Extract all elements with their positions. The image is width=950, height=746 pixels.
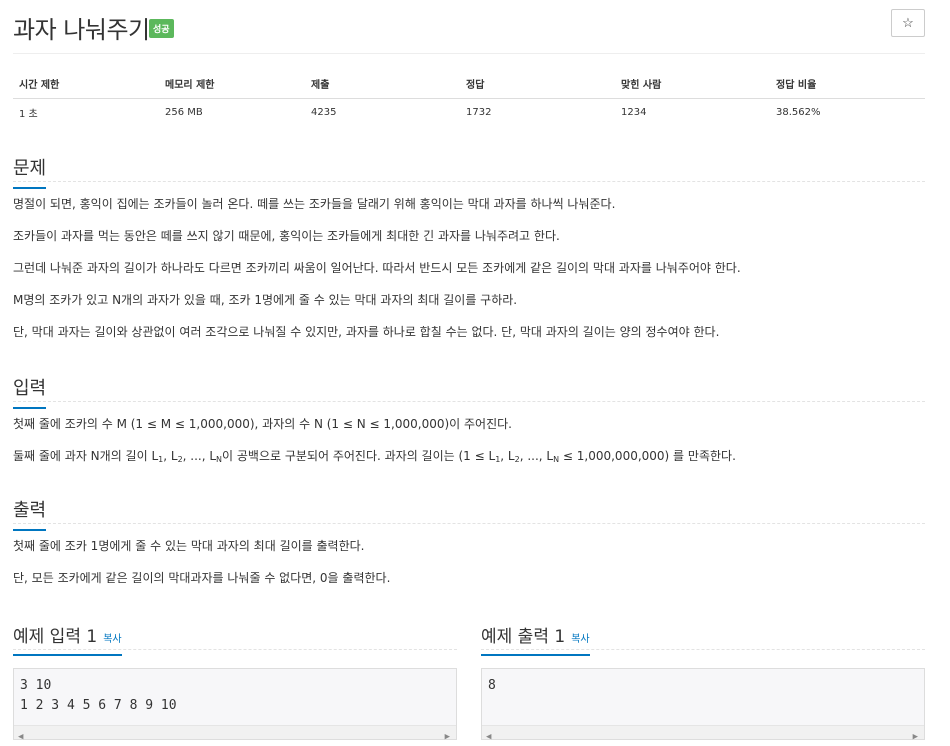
info-memory-limit: 256 MB xyxy=(165,107,203,119)
input-text: , L xyxy=(163,449,178,463)
problem-paragraph: 조카들이 과자를 먹는 동안은 떼를 쓰지 않기 때문에, 홍익이는 조카들에게… xyxy=(13,229,560,243)
output-paragraph: 첫째 줄에 조카 1명에게 줄 수 있는 막대 과자의 최대 길이를 출력한다. xyxy=(13,539,365,553)
info-header-submissions: 제출 xyxy=(305,70,460,99)
sample-output-text: 8 xyxy=(488,678,496,693)
info-submissions: 4235 xyxy=(311,107,337,119)
info-header-ratio: 정답 비율 xyxy=(770,70,925,99)
sample-output-scrollbar[interactable]: ◀ ▶ xyxy=(482,725,924,742)
input-description: 첫째 줄에 조카의 수 M (1 ≤ M ≤ 1,000,000), 과자의 수… xyxy=(13,416,925,464)
problem-title: 과자 나눠주기 xyxy=(13,16,150,44)
sample-output-header: 예제 출력 1 복사 xyxy=(481,616,925,656)
input-paragraph: 둘째 줄에 과자 N개의 길이 L1, L2, ..., LN이 공백으로 구분… xyxy=(13,448,925,464)
title-row: 과자 나눠주기 성공 ☆ xyxy=(13,0,925,54)
info-solved: 1234 xyxy=(621,107,647,119)
sample-output-code: 8 ◀ ▶ xyxy=(481,668,925,742)
sample-output-title-text: 예제 출력 1 xyxy=(481,627,566,647)
star-icon: ☆ xyxy=(902,15,914,30)
problem-section-title: 문제 xyxy=(13,154,47,189)
info-header-row: 시간 제한 메모리 제한 제출 정답 맞힌 사람 정답 비율 xyxy=(13,70,925,99)
problem-paragraph: 단, 막대 과자는 길이와 상관없이 여러 조각으로 나눠질 수 있지만, 과자… xyxy=(13,325,720,339)
info-accepted: 1732 xyxy=(466,107,492,119)
output-description: 첫째 줄에 조카 1명에게 줄 수 있는 막대 과자의 최대 길이를 출력한다.… xyxy=(13,538,925,586)
input-paragraph: 첫째 줄에 조카의 수 M (1 ≤ M ≤ 1,000,000), 과자의 수… xyxy=(13,417,512,431)
status-badge: 성공 xyxy=(149,19,174,38)
input-section-title: 입력 xyxy=(13,374,47,409)
output-section: 출력 첫째 줄에 조카 1명에게 줄 수 있는 막대 과자의 최대 길이를 출력… xyxy=(13,490,925,586)
star-button[interactable]: ☆ xyxy=(891,9,925,37)
sample-output-title: 예제 출력 1 복사 xyxy=(481,622,590,656)
info-header-solved: 맞힌 사람 xyxy=(615,70,770,99)
scroll-left-icon[interactable]: ◀ xyxy=(486,727,491,746)
info-time-limit: 1 초 xyxy=(19,109,38,121)
problem-info-table: 시간 제한 메모리 제한 제출 정답 맞힌 사람 정답 비율 1 초 256 M… xyxy=(13,70,925,127)
problem-paragraph: 명절이 되면, 홍익이 집에는 조카들이 놀러 온다. 떼를 쓰는 조카들을 달… xyxy=(13,197,616,211)
sample-input-code: 3 10 1 2 3 4 5 6 7 8 9 10 ◀ ▶ xyxy=(13,668,457,742)
input-text: , ..., L xyxy=(182,449,217,463)
info-value-row: 1 초 256 MB 4235 1732 1234 38.562% xyxy=(13,98,925,127)
sample-input-header: 예제 입력 1 복사 xyxy=(13,616,457,656)
sample-output-section: 예제 출력 1 복사 8 ◀ ▶ xyxy=(481,616,925,742)
input-section-header: 입력 xyxy=(13,368,925,409)
sample-input-title: 예제 입력 1 복사 xyxy=(13,622,122,656)
info-ratio: 38.562% xyxy=(776,107,821,119)
input-text: , ..., L xyxy=(519,449,554,463)
scroll-right-icon[interactable]: ▶ xyxy=(913,727,918,746)
copy-sample-output-button[interactable]: 복사 xyxy=(571,634,589,645)
input-text: ≤ 1,000,000,000) 를 만족한다. xyxy=(559,449,736,463)
problem-section-header: 문제 xyxy=(13,148,925,189)
problem-section: 문제 명절이 되면, 홍익이 집에는 조카들이 놀러 온다. 떼를 쓰는 조카들… xyxy=(13,148,925,340)
sample-input-text: 3 10 1 2 3 4 5 6 7 8 9 10 xyxy=(20,678,177,713)
input-text: 둘째 줄에 과자 N개의 길이 L xyxy=(13,449,159,463)
problem-page: 과자 나눠주기 성공 ☆ 시간 제한 메모리 제한 제출 정답 맞힌 사람 정답… xyxy=(0,0,950,746)
problem-paragraph: 그런데 나눠준 과자의 길이가 하나라도 다르면 조카끼리 싸움이 일어난다. … xyxy=(13,261,741,275)
scroll-right-icon[interactable]: ▶ xyxy=(445,727,450,746)
info-header-memory: 메모리 제한 xyxy=(159,70,305,99)
scroll-left-icon[interactable]: ◀ xyxy=(18,727,23,746)
copy-sample-input-button[interactable]: 복사 xyxy=(103,634,121,645)
info-header-time: 시간 제한 xyxy=(13,70,159,99)
problem-paragraph: M명의 조카가 있고 N개의 과자가 있을 때, 조카 1명에게 줄 수 있는 … xyxy=(13,293,518,307)
input-text: , L xyxy=(500,449,515,463)
sample-input-scrollbar[interactable]: ◀ ▶ xyxy=(14,725,456,742)
output-section-header: 출력 xyxy=(13,490,925,531)
input-section: 입력 첫째 줄에 조카의 수 M (1 ≤ M ≤ 1,000,000), 과자… xyxy=(13,368,925,464)
info-header-accepted: 정답 xyxy=(460,70,615,99)
input-text: 이 공백으로 구분되어 주어진다. 과자의 길이는 (1 ≤ L xyxy=(222,449,496,463)
problem-description: 명절이 되면, 홍익이 집에는 조카들이 놀러 온다. 떼를 쓰는 조카들을 달… xyxy=(13,196,925,340)
sample-input-title-text: 예제 입력 1 xyxy=(13,627,98,647)
output-section-title: 출력 xyxy=(13,496,47,531)
output-paragraph: 단, 모든 조카에게 같은 길이의 막대과자를 나눠줄 수 없다면, 0을 출력… xyxy=(13,571,391,585)
sample-input-section: 예제 입력 1 복사 3 10 1 2 3 4 5 6 7 8 9 10 ◀ ▶ xyxy=(13,616,457,742)
